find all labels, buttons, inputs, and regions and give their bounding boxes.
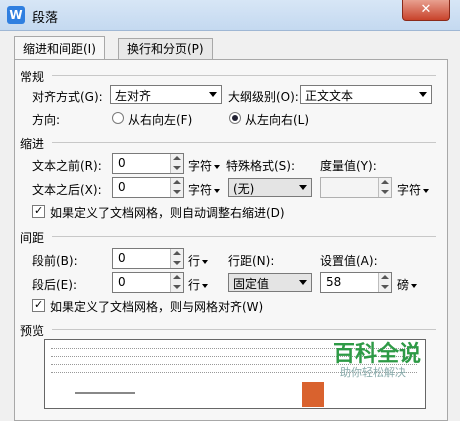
divider (52, 75, 436, 76)
chevron-down-icon (299, 185, 307, 190)
spin-down-icon[interactable] (173, 166, 181, 170)
indent-before-unit-dropdown[interactable]: 字符 (188, 157, 221, 174)
indent-before-unit: 字符 (188, 159, 213, 173)
line-spacing-label: 行距(N): (228, 254, 275, 268)
spin-up-icon[interactable] (173, 275, 181, 279)
section-preview-heading: 预览 (20, 324, 45, 338)
section-general-heading: 常规 (20, 70, 45, 84)
divider (52, 236, 436, 237)
space-before-unit: 行 (188, 254, 201, 268)
spin-down-icon[interactable] (381, 190, 389, 194)
indent-after-value: 0 (118, 180, 126, 194)
spin-down-icon[interactable] (173, 190, 181, 194)
indent-after-unit-dropdown[interactable]: 字符 (188, 181, 221, 198)
auto-adjust-label[interactable]: 如果定义了文档网格，则自动调整右缩进(D) (50, 204, 285, 221)
auto-adjust-checkbox[interactable]: ✓ (32, 204, 45, 218)
section-indent-heading: 缩进 (20, 137, 45, 151)
outline-level-label: 大纲级别(O): (228, 90, 299, 104)
space-after-value: 0 (118, 275, 126, 289)
spin-up-icon[interactable] (381, 180, 389, 184)
ltr-label[interactable]: 从左向右(L) (245, 111, 309, 128)
line-spacing-value: 固定值 (233, 277, 270, 291)
caret-down-icon (214, 188, 221, 193)
indent-before-label: 文本之前(R): (32, 159, 102, 173)
preview-sample-text (75, 392, 135, 398)
direction-label: 方向: (32, 113, 61, 127)
checkmark-icon: ✓ (34, 204, 44, 217)
setting-unit-dropdown[interactable]: 磅 (397, 276, 418, 293)
setting-value: 58 (326, 275, 342, 289)
caret-down-icon (214, 164, 221, 169)
indent-after-label: 文本之后(X): (32, 183, 102, 197)
spin-up-icon[interactable] (173, 180, 181, 184)
title-bar: W 段落 ✕ (0, 0, 460, 31)
indent-before-spinner[interactable]: 0 (112, 153, 184, 174)
tab-line-page-breaks[interactable]: 换行和分页(P) (118, 38, 213, 60)
space-before-label: 段前(B): (32, 254, 78, 268)
divider (52, 142, 436, 143)
space-before-spinner[interactable]: 0 (112, 248, 184, 269)
space-after-spinner[interactable]: 0 (112, 272, 184, 293)
special-format-label: 特殊格式(S): (226, 159, 296, 173)
chevron-down-icon (299, 280, 307, 285)
indent-after-unit: 字符 (188, 183, 213, 197)
alignment-label: 对齐方式(G): (32, 90, 103, 104)
alignment-select[interactable]: 左对齐 (110, 85, 222, 104)
measure-spinner[interactable] (320, 177, 392, 198)
measure-unit-dropdown[interactable]: 字符 (397, 181, 430, 198)
snap-to-grid-checkbox[interactable]: ✓ (32, 298, 45, 312)
spin-down-icon[interactable] (173, 261, 181, 265)
caret-down-icon (202, 259, 209, 264)
special-format-value: (无) (233, 182, 255, 196)
indent-before-value: 0 (118, 156, 126, 170)
space-after-unit-dropdown[interactable]: 行 (188, 276, 209, 293)
spin-down-icon[interactable] (173, 285, 181, 289)
outline-level-value: 正文文本 (305, 89, 354, 103)
measure-unit: 字符 (397, 183, 422, 197)
snap-to-grid-label[interactable]: 如果定义了文档网格，则与网格对齐(W) (50, 298, 263, 315)
chevron-down-icon (209, 92, 217, 97)
special-format-select[interactable]: (无) (228, 178, 312, 197)
rtl-label[interactable]: 从右向左(F) (128, 111, 192, 128)
space-after-label: 段后(E): (32, 278, 77, 292)
watermark-subtitle: 助你轻松解决 (340, 366, 406, 379)
setting-value-spinner[interactable]: 58 (320, 272, 392, 293)
space-before-value: 0 (118, 251, 126, 265)
section-spacing-heading: 间距 (20, 231, 45, 245)
close-button[interactable]: ✕ (402, 0, 450, 21)
outline-level-select[interactable]: 正文文本 (300, 85, 432, 104)
arrow-decoration-icon (302, 382, 324, 407)
space-before-unit-dropdown[interactable]: 行 (188, 252, 209, 269)
space-after-unit: 行 (188, 278, 201, 292)
tab-indent-spacing[interactable]: 缩进和间距(I) (14, 36, 105, 61)
checkmark-icon: ✓ (34, 298, 44, 311)
chevron-down-icon (419, 92, 427, 97)
line-spacing-select[interactable]: 固定值 (228, 273, 312, 292)
wps-writer-icon: W (7, 6, 25, 24)
dialog-title: 段落 (32, 11, 59, 26)
divider (52, 329, 436, 330)
alignment-value: 左对齐 (115, 89, 152, 103)
spin-up-icon[interactable] (173, 251, 181, 255)
rtl-radio[interactable] (112, 112, 124, 124)
caret-down-icon (423, 188, 430, 193)
caret-down-icon (411, 283, 418, 288)
spin-up-icon[interactable] (173, 156, 181, 160)
caret-down-icon (202, 283, 209, 288)
setting-unit: 磅 (397, 278, 410, 292)
spin-down-icon[interactable] (381, 285, 389, 289)
indent-after-spinner[interactable]: 0 (112, 177, 184, 198)
ltr-radio[interactable] (229, 112, 241, 124)
measure-label: 度量值(Y): (320, 159, 377, 173)
setting-value-label: 设置值(A): (320, 254, 378, 268)
spin-up-icon[interactable] (381, 275, 389, 279)
